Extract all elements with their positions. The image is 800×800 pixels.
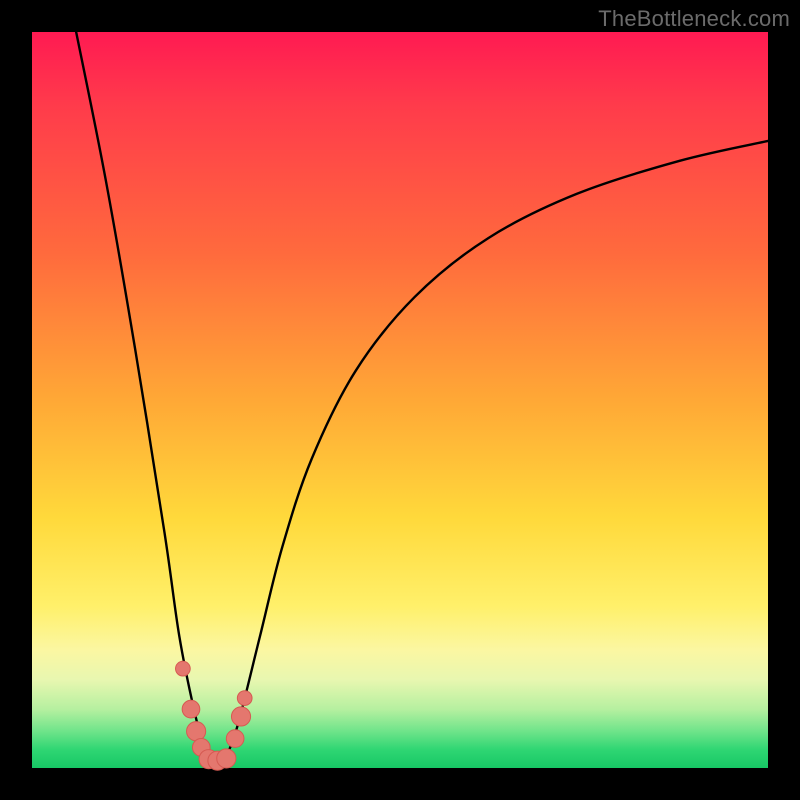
curve-marker	[176, 661, 191, 676]
watermark-label: TheBottleneck.com	[598, 6, 790, 32]
curve-marker	[226, 730, 244, 748]
chart-svg	[32, 32, 768, 768]
curve-marker	[187, 722, 206, 741]
plot-area	[32, 32, 768, 768]
chart-frame: TheBottleneck.com	[0, 0, 800, 800]
curve-marker	[231, 707, 250, 726]
curve-marker	[237, 691, 252, 706]
curve-marker	[217, 749, 236, 768]
bottleneck-curve	[76, 32, 768, 761]
curve-marker	[182, 700, 200, 718]
